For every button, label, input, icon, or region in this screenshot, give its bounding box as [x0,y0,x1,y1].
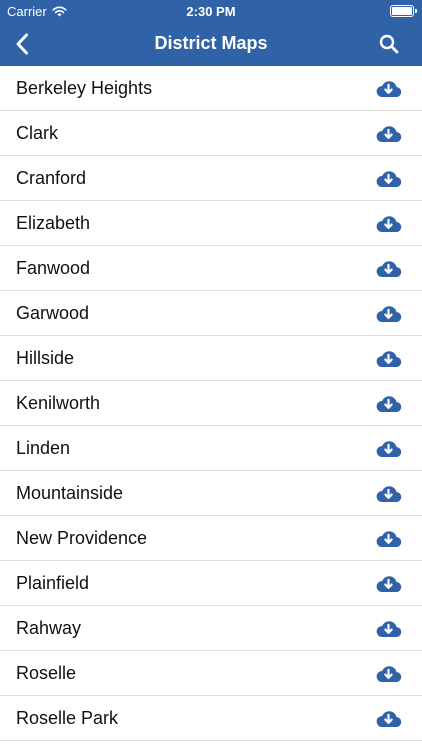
district-name: New Providence [16,527,148,548]
cloud-download-icon[interactable] [375,708,402,728]
search-icon [379,34,399,54]
list-item[interactable]: Clark [0,111,422,156]
district-maps-screen: Carrier 2:30 PM District Maps Berkeley H… [0,0,422,750]
district-name: Mountainside [16,482,124,503]
district-name: Clark [16,122,59,143]
cloud-download-icon[interactable] [375,258,402,278]
list-item[interactable]: Hillside [0,336,422,381]
district-name: Berkeley Heights [16,77,153,98]
cloud-download-icon[interactable] [375,618,402,638]
list-item[interactable]: Mountainside [0,471,422,516]
list-item[interactable]: Plainfield [0,561,422,606]
cloud-download-icon[interactable] [375,663,402,683]
cloud-download-icon[interactable] [375,438,402,458]
cloud-download-icon[interactable] [375,393,402,413]
cloud-download-icon[interactable] [375,123,402,143]
district-name: Fanwood [16,257,91,278]
cloud-download-icon[interactable] [375,573,402,593]
list-item[interactable]: New Providence [0,516,422,561]
cloud-download-icon[interactable] [375,348,402,368]
district-name: Roselle Park [16,707,119,728]
district-name: Linden [16,437,71,458]
list-item[interactable]: Rahway [0,606,422,651]
district-name: Cranford [16,167,87,188]
district-name: Hillside [16,347,75,368]
list-item[interactable]: Roselle Park [0,696,422,741]
list-item[interactable]: Linden [0,426,422,471]
battery-icon [390,5,417,17]
district-name: Garwood [16,302,90,323]
district-name: Plainfield [16,572,90,593]
nav-bar: District Maps [0,22,422,66]
top-bar: Carrier 2:30 PM District Maps [0,0,422,66]
cloud-download-icon[interactable] [375,528,402,548]
cloud-download-icon[interactable] [375,78,402,98]
list-item[interactable]: Kenilworth [0,381,422,426]
cloud-download-icon[interactable] [375,303,402,323]
list-item[interactable]: Fanwood [0,246,422,291]
status-bar: Carrier 2:30 PM [0,0,422,22]
district-name: Kenilworth [16,392,101,413]
list-item[interactable]: Cranford [0,156,422,201]
cloud-download-icon[interactable] [375,483,402,503]
list-item[interactable]: Roselle [0,651,422,696]
page-title: District Maps [154,33,268,53]
cloud-download-icon[interactable] [375,213,402,233]
district-name: Rahway [16,617,82,638]
list-item[interactable]: Elizabeth [0,201,422,246]
status-time: 2:30 PM [186,4,236,19]
list-item[interactable]: Berkeley Heights [0,66,422,111]
district-name: Roselle [16,662,77,683]
list-item[interactable]: Garwood [0,291,422,336]
district-name: Elizabeth [16,212,91,233]
cloud-download-icon[interactable] [375,168,402,188]
search-button[interactable] [376,31,402,57]
district-list: Berkeley Heights Clark Cranford Elizabet… [0,66,422,741]
